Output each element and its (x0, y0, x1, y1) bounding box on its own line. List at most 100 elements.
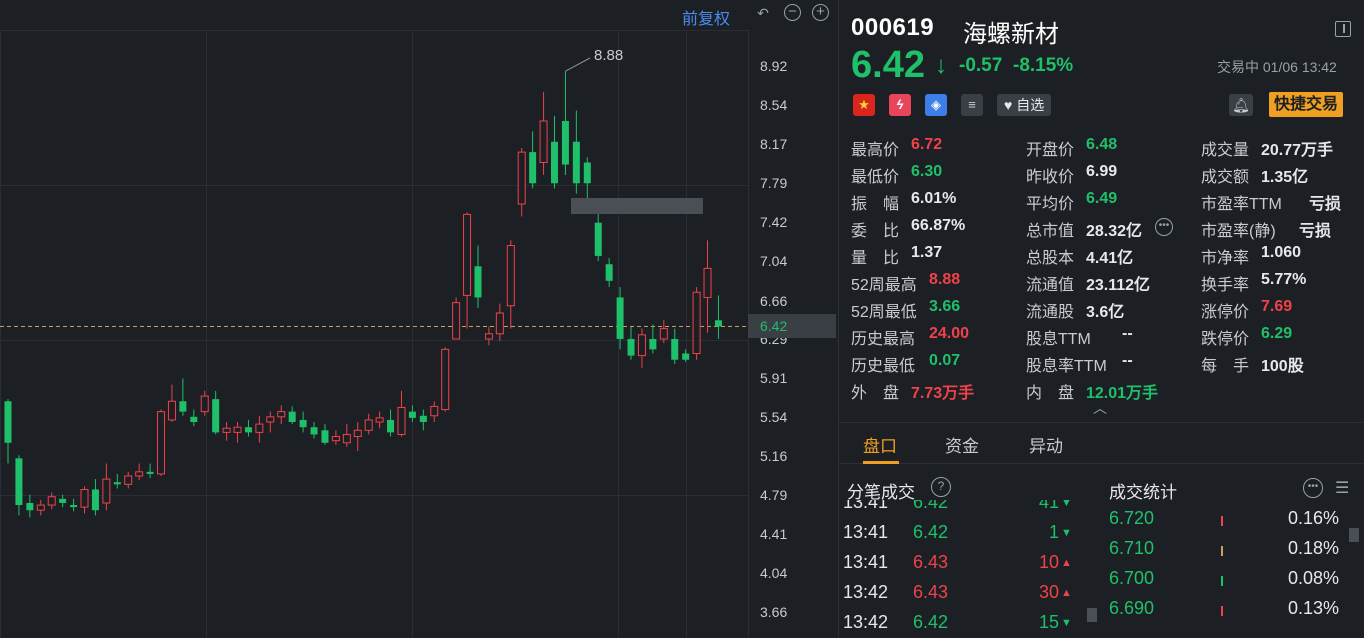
undo-icon[interactable]: ↶ (754, 4, 772, 22)
peak-leader-line (565, 57, 591, 72)
kline-chart[interactable] (0, 0, 838, 638)
quote-value: 1.35亿 (1261, 169, 1309, 186)
quote-value: 0.07 (929, 352, 961, 369)
candle-body-down (244, 427, 252, 433)
y-tick-label: 7.79 (760, 175, 788, 192)
quote-value: 亏损 (1309, 196, 1342, 213)
y-tick-label: 8.54 (760, 97, 788, 114)
peak-price-label: 8.88 (594, 47, 624, 64)
quote-panel: 000619 海螺新材 6.42 ↓ -0.57 -8.15% 交易中 01/0… (838, 0, 1364, 638)
quote-value: 1.37 (911, 244, 943, 261)
quote-value: 6.72 (911, 136, 943, 153)
candle-body-up (692, 291, 701, 354)
stats-list[interactable]: 6.720 0.16% 6.710 0.18% 6.700 0.08% 6.690 0.13% (1109, 508, 1364, 638)
add-watchlist-button[interactable]: ♥ 自选 (997, 94, 1052, 116)
tick-price: 6.43 (913, 552, 949, 572)
tick-row: 13:41 6.42 1 ▼ (839, 522, 1089, 552)
candle-body-down (26, 502, 34, 511)
tick-row: 13:41 6.42 41 ▼ (839, 500, 1089, 522)
quote-value: 1.060 (1261, 244, 1302, 261)
help-icon[interactable]: ? (931, 477, 951, 497)
candle-body-down (59, 498, 67, 503)
quote-label: 股息TTM (1026, 331, 1091, 348)
bell-icon[interactable]: 🔔︎ (1229, 94, 1253, 116)
candle-body-down (387, 419, 395, 433)
candle-body-up (452, 302, 461, 340)
lightning-icon[interactable]: ϟ (889, 94, 911, 116)
collapse-panel-icon[interactable] (1335, 21, 1351, 37)
candle-body-down (146, 471, 154, 474)
quote-value: 8.88 (929, 271, 961, 288)
quote-value: 6.99 (1086, 163, 1118, 180)
tick-time: 13:41 (843, 522, 889, 542)
tick-scrollbar[interactable] (1087, 608, 1097, 622)
kline-chart-panel[interactable]: 前复权 ↶ − + 8.92 8.54 8.17 7.79 7.42 7.04 6.66 6.… (0, 0, 838, 638)
stats-scrollbar[interactable] (1349, 528, 1359, 542)
quote-label: 市盈率(静) (1201, 223, 1276, 240)
candle-body-up (102, 478, 111, 504)
tick-list[interactable]: 13:41 6.42 41 ▼ 13:41 6.42 1 ▼ 13:41 6.43 10 ▲ 13:42… (839, 500, 1089, 638)
candle-body-up (659, 328, 668, 340)
candle-body-up (80, 488, 89, 508)
tick-volume: 10 (1038, 552, 1059, 572)
quote-value: 3.6亿 (1086, 304, 1125, 321)
tab-capital[interactable]: 资金 (945, 432, 979, 457)
quick-trade-button[interactable]: 快捷交易 (1269, 92, 1344, 117)
candle-body-up (495, 312, 504, 335)
quote-label: 历史最低 (851, 358, 916, 375)
stats-row: 6.690 0.13% (1109, 598, 1364, 628)
quote-label: 昨收价 (1026, 169, 1075, 186)
candle-body-up (637, 334, 646, 357)
tick-volume: 1 (1048, 522, 1059, 542)
adjust-mode-button[interactable]: 前复权 (682, 5, 730, 29)
quote-label: 量 比 (851, 250, 900, 267)
tick-time: 13:41 (843, 552, 889, 572)
quote-value: 6.29 (1261, 325, 1293, 342)
document-icon[interactable]: ≡ (961, 94, 983, 116)
candle-body-up (255, 423, 264, 433)
quote-value: 66.87% (911, 217, 966, 234)
zoom-out-icon[interactable]: − (784, 4, 801, 21)
y-tick-label: 5.16 (760, 448, 788, 465)
y-tick-label: 6.66 (760, 292, 788, 309)
tick-volume: 41 (1038, 500, 1059, 512)
candle-body-down (682, 353, 690, 360)
candle-body-down (113, 482, 121, 485)
candle-body-up (364, 419, 373, 431)
detail-tabs: 盘口 资金 异动 (839, 422, 1364, 464)
quote-label: 总市值 (1026, 223, 1075, 240)
chevron-up-icon[interactable]: ︿ (1093, 398, 1107, 418)
stats-more-icon[interactable]: ••• (1303, 478, 1323, 498)
triangle-up-icon: ▲ (1061, 587, 1072, 599)
y-tick-label: 4.79 (760, 486, 788, 503)
zoom-in-icon[interactable]: + (812, 4, 829, 21)
quote-value: -- (1122, 325, 1133, 342)
tick-volume: 30 (1038, 582, 1059, 602)
more-options-icon[interactable]: ••• (1155, 218, 1173, 236)
candle-body-up (124, 475, 133, 485)
quote-label: 涨停价 (1201, 304, 1250, 321)
candle-body-up (331, 436, 340, 442)
tab-anomaly[interactable]: 异动 (1029, 432, 1063, 457)
tick-time: 13:42 (843, 582, 889, 602)
tab-order-book[interactable]: 盘口 (863, 432, 897, 457)
candle-body-down (627, 338, 635, 356)
quote-label: 换手率 (1201, 277, 1250, 294)
candle-body-up (167, 400, 176, 421)
stats-price: 6.720 (1109, 508, 1155, 528)
candle-body-up (157, 411, 166, 475)
tooltip-placeholder (571, 198, 703, 214)
candle-body-down (179, 401, 187, 412)
y-tick-label: 5.54 (760, 408, 788, 425)
quote-label: 外 盘 (851, 385, 900, 402)
quote-label: 最低价 (851, 169, 900, 186)
tag-icon[interactable]: ◈ (925, 94, 947, 116)
quote-label: 市净率 (1201, 250, 1250, 267)
quote-value: 6.48 (1086, 136, 1118, 153)
list-view-icon[interactable]: ☰ (1335, 478, 1349, 498)
tick-price: 6.42 (913, 522, 949, 542)
quote-value: 24.00 (929, 325, 970, 342)
quote-value: 6.01% (911, 190, 957, 207)
candle-body-up (539, 120, 548, 163)
candle-body-up (342, 433, 351, 444)
